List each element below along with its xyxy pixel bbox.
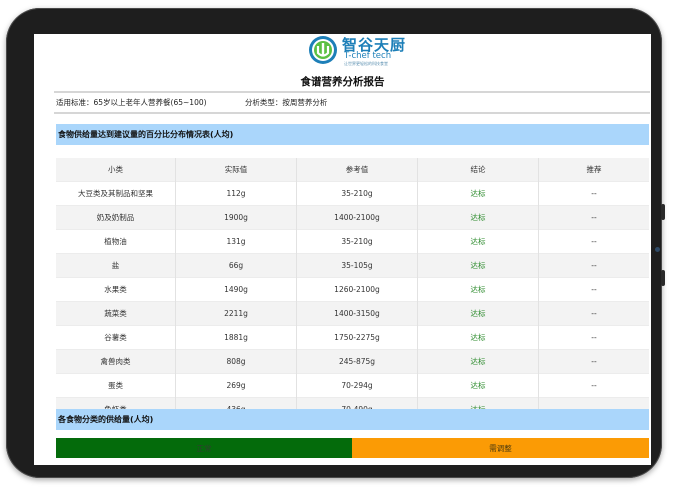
cell-conclusion: 达标 <box>418 230 539 254</box>
table-row: 大豆类及其制品和坚果 112g 35-210g 达标 -- <box>56 182 649 206</box>
cell-recommend: -- <box>539 374 650 398</box>
table-row: 水果类 1490g 1260-2100g 达标 -- <box>56 278 649 302</box>
cell-actual: 808g <box>176 350 297 374</box>
nutrition-table: 小类 实际值 参考值 结论 推荐 大豆类及其制品和坚果 112g 35-210g… <box>56 158 649 421</box>
camera-icon <box>655 247 660 252</box>
cell-recommend: -- <box>539 182 650 206</box>
cell-category: 植物油 <box>56 230 176 254</box>
table-row: 盐 66g 35-105g 达标 -- <box>56 254 649 278</box>
cell-conclusion: 达标 <box>418 350 539 374</box>
divider <box>54 112 650 114</box>
cell-conclusion: 达标 <box>418 302 539 326</box>
brand-logo: 智谷天厨 T-chef tech 让世界更轻松的科技食堂 <box>308 34 428 68</box>
table-row: 蛋类 269g 70-294g 达标 -- <box>56 374 649 398</box>
cell-category: 大豆类及其制品和坚果 <box>56 182 176 206</box>
cell-actual: 1900g <box>176 206 297 230</box>
cell-reference: 35-210g <box>297 182 418 206</box>
cell-reference: 1400-3150g <box>297 302 418 326</box>
column-header-reference: 参考值 <box>297 158 418 182</box>
volume-up-button <box>661 204 665 220</box>
cell-category: 蛋类 <box>56 374 176 398</box>
table-header-row: 小类 实际值 参考值 结论 推荐 <box>56 158 649 182</box>
cell-category: 水果类 <box>56 278 176 302</box>
cell-actual: 131g <box>176 230 297 254</box>
brand-name-en: T-chef tech <box>344 51 391 61</box>
column-header-conclusion: 结论 <box>418 158 539 182</box>
column-header-actual: 实际值 <box>176 158 297 182</box>
screen: 智谷天厨 T-chef tech 让世界更轻松的科技食堂 食谱营养分析报告 适用… <box>34 34 651 465</box>
cell-conclusion: 达标 <box>418 374 539 398</box>
legend-needs-adjustment: 需调整 <box>352 438 649 458</box>
cell-actual: 1881g <box>176 326 297 350</box>
table-row: 禽兽肉类 808g 245-875g 达标 -- <box>56 350 649 374</box>
cell-actual: 112g <box>176 182 297 206</box>
cell-reference: 1400-2100g <box>297 206 418 230</box>
volume-down-button <box>661 270 665 286</box>
cell-conclusion: 达标 <box>418 254 539 278</box>
cell-reference: 35-105g <box>297 254 418 278</box>
column-header-recommend: 推荐 <box>539 158 650 182</box>
legend-normal: 正常 <box>56 438 352 458</box>
cell-recommend: -- <box>539 350 650 374</box>
cell-conclusion: 达标 <box>418 206 539 230</box>
cell-category: 蔬菜类 <box>56 302 176 326</box>
cell-category: 盐 <box>56 254 176 278</box>
column-header-category: 小类 <box>56 158 176 182</box>
analysis-type-text: 分析类型：按周营养分析 <box>245 98 328 107</box>
cell-reference: 1750-2275g <box>297 326 418 350</box>
cell-reference: 70-294g <box>297 374 418 398</box>
cell-recommend: -- <box>539 254 650 278</box>
status-legend: 正常 需调整 <box>56 438 649 458</box>
cell-category: 谷薯类 <box>56 326 176 350</box>
cell-recommend: -- <box>539 278 650 302</box>
cell-actual: 1490g <box>176 278 297 302</box>
cell-conclusion: 达标 <box>418 326 539 350</box>
table-row: 植物油 131g 35-210g 达标 -- <box>56 230 649 254</box>
cell-recommend: -- <box>539 302 650 326</box>
table-row: 谷薯类 1881g 1750-2275g 达标 -- <box>56 326 649 350</box>
table-row: 奶及奶制品 1900g 1400-2100g 达标 -- <box>56 206 649 230</box>
standard-text: 适用标准：65岁以上老年人营养餐(65~100) <box>56 98 207 107</box>
page-title: 食谱营养分析报告 <box>34 74 651 89</box>
cell-conclusion: 达标 <box>418 182 539 206</box>
section-header-supply: 各食物分类的供给量(人均) <box>56 409 649 430</box>
tablet-frame: 智谷天厨 T-chef tech 让世界更轻松的科技食堂 食谱营养分析报告 适用… <box>6 8 662 478</box>
t-chef-logo-icon <box>308 35 338 65</box>
cell-actual: 269g <box>176 374 297 398</box>
table-row: 蔬菜类 2211g 1400-3150g 达标 -- <box>56 302 649 326</box>
divider <box>54 91 650 93</box>
cell-conclusion: 达标 <box>418 278 539 302</box>
cell-recommend: -- <box>539 206 650 230</box>
cell-reference: 1260-2100g <box>297 278 418 302</box>
report-meta: 适用标准：65岁以上老年人营养餐(65~100) 分析类型：按周营养分析 <box>56 97 363 108</box>
cell-actual: 2211g <box>176 302 297 326</box>
cell-recommend: -- <box>539 326 650 350</box>
section-header-distribution: 食物供给量达到建议量的百分比分布情况表(人均) <box>56 124 649 145</box>
cell-category: 奶及奶制品 <box>56 206 176 230</box>
cell-reference: 245-875g <box>297 350 418 374</box>
cell-reference: 35-210g <box>297 230 418 254</box>
cell-actual: 66g <box>176 254 297 278</box>
cell-recommend: -- <box>539 230 650 254</box>
cell-category: 禽兽肉类 <box>56 350 176 374</box>
brand-slogan: 让世界更轻松的科技食堂 <box>344 61 388 67</box>
